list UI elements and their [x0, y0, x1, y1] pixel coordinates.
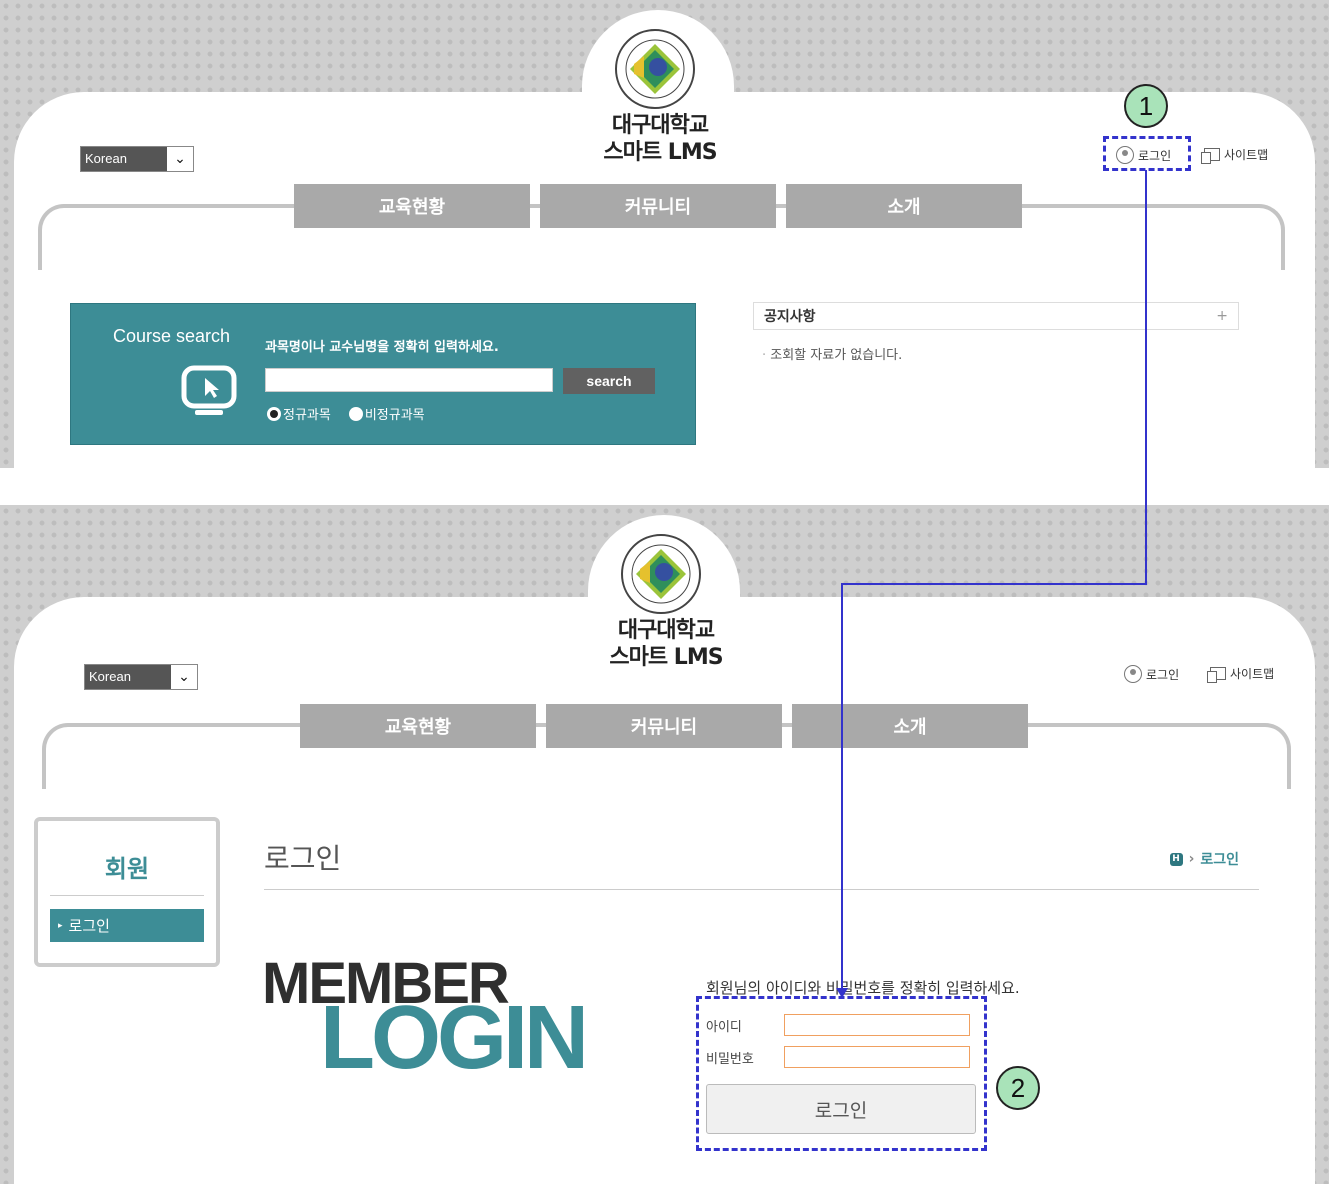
notice-header: 공지사항 +: [753, 302, 1239, 330]
notice-more-button[interactable]: +: [1216, 308, 1228, 324]
notice-title: 공지사항: [764, 309, 816, 325]
notice-empty-item: · 조회할 자료가 없습니다.: [762, 344, 902, 363]
sidebar-item-label: 로그인: [68, 917, 110, 935]
brand-title: 대구대학교 스마트 LMS: [566, 617, 766, 671]
language-value: Korean: [81, 147, 167, 171]
sidebar-item-login[interactable]: ▸ 로그인: [50, 909, 204, 942]
annotation-box-login-form: [696, 996, 987, 1151]
callout-1: 1: [1124, 84, 1168, 128]
nav-item-community[interactable]: 커뮤니티: [540, 184, 776, 228]
brand-line1: 대구대학교: [611, 113, 709, 138]
sitemap-link-label: 사이트맵: [1230, 667, 1275, 681]
sitemap-link[interactable]: 사이트맵: [1207, 665, 1275, 683]
brand-line2: 스마트 LMS: [609, 645, 723, 670]
sitemap-link[interactable]: 사이트맵: [1201, 146, 1269, 164]
course-search-title: Course search: [113, 326, 231, 346]
nav-item-education[interactable]: 교육현황: [294, 184, 530, 228]
radio-regular-course[interactable]: 정규과목: [267, 404, 331, 423]
main-nav: 교육현황 커뮤니티 소개: [300, 704, 1028, 748]
screenshot-home: 대구대학교 스마트 LMS Korean ⌄ 로그인 사이트맵 교육현황 커뮤니…: [0, 0, 1329, 468]
breadcrumb-current: 로그인: [1200, 852, 1239, 868]
nav-item-community[interactable]: 커뮤니티: [546, 704, 782, 748]
sitemap-icon: [1201, 148, 1220, 164]
login-link-label: 로그인: [1146, 667, 1180, 682]
breadcrumb: H › 로그인: [1169, 849, 1239, 869]
radio-nonregular-course[interactable]: 비정규과목: [348, 404, 425, 423]
member-sidebar: 회원 ▸ 로그인: [34, 817, 220, 967]
course-search-panel: Course search 과목명이나 교수님명을 정확히 입력하세요. sea…: [70, 303, 696, 445]
sitemap-link-label: 사이트맵: [1224, 148, 1269, 162]
breadcrumb-separator: ›: [1188, 851, 1195, 867]
nav-item-about[interactable]: 소개: [792, 704, 1028, 748]
language-select[interactable]: Korean ⌄: [80, 146, 194, 172]
search-button[interactable]: search: [563, 368, 655, 394]
user-icon: [1124, 665, 1142, 683]
page-title: 로그인: [264, 842, 342, 875]
login-heading: LOGIN: [320, 988, 589, 1088]
annotation-box-login-link: [1103, 136, 1191, 171]
screenshot-login: 대구대학교 스마트 LMS Korean ⌄ 로그인 사이트맵 교육현황 커뮤니…: [0, 505, 1329, 1184]
home-icon[interactable]: H: [1169, 852, 1183, 866]
nav-item-about[interactable]: 소개: [786, 184, 1022, 228]
chevron-down-icon[interactable]: ⌄: [167, 147, 193, 171]
language-value: Korean: [85, 665, 171, 689]
radio-nonregular-label: 비정규과목: [364, 408, 425, 423]
radio-dot-checked[interactable]: [267, 406, 281, 421]
caret-right-icon: ▸: [58, 920, 63, 931]
chevron-down-icon[interactable]: ⌄: [171, 665, 197, 689]
login-link[interactable]: 로그인: [1124, 665, 1179, 683]
course-type-radio-group: 정규과목 비정규과목: [267, 404, 425, 423]
sidebar-divider: [50, 895, 204, 896]
callout-2: 2: [996, 1066, 1040, 1110]
title-divider: [264, 889, 1259, 890]
radio-dot[interactable]: [348, 406, 363, 421]
course-search-instruction: 과목명이나 교수님명을 정확히 입력하세요.: [265, 340, 499, 355]
main-nav: 교육현황 커뮤니티 소개: [294, 184, 1022, 228]
radio-regular-label: 정규과목: [283, 408, 331, 423]
university-seal-icon[interactable]: [614, 28, 696, 110]
language-select[interactable]: Korean ⌄: [84, 664, 198, 690]
notice-empty-text: 조회할 자료가 없습니다.: [770, 348, 903, 363]
course-search-input[interactable]: [265, 368, 553, 392]
sidebar-title: 회원: [104, 855, 150, 883]
sitemap-icon: [1207, 667, 1226, 683]
monitor-cursor-icon: [181, 365, 237, 415]
university-seal-icon[interactable]: [620, 533, 702, 615]
brand-line1: 대구대학교: [617, 618, 715, 643]
brand-title: 대구대학교 스마트 LMS: [560, 112, 760, 166]
brand-line2: 스마트 LMS: [603, 140, 717, 165]
nav-item-education[interactable]: 교육현황: [300, 704, 536, 748]
login-instruction: 회원님의 아이디와 비밀번호를 정확히 입력하세요.: [706, 979, 1020, 997]
